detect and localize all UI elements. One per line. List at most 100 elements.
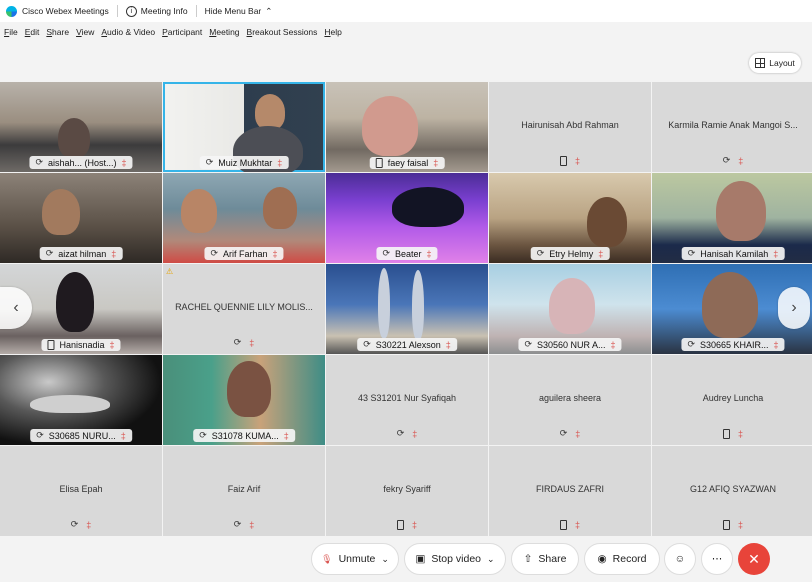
more-options-button[interactable]: ⋯ bbox=[701, 543, 733, 575]
participant-tile[interactable]: 43 S31201 Nur Syafiqah ⟳ ‡ bbox=[326, 355, 488, 445]
participant-tile[interactable]: ⟳ aizat hilman ‡ bbox=[0, 173, 162, 263]
phone-icon bbox=[375, 158, 383, 168]
hide-menu-bar-button[interactable]: Hide Menu Bar ⌃ bbox=[205, 6, 273, 17]
muted-mic-icon: ‡ bbox=[773, 248, 779, 259]
muted-mic-icon: ‡ bbox=[283, 430, 289, 441]
menu-edit[interactable]: Edit bbox=[25, 27, 40, 37]
participant-tile[interactable]: Hairunisah Abd Rahman ‡ bbox=[489, 82, 651, 172]
menu-breakout-sessions[interactable]: Breakout Sessions bbox=[247, 27, 318, 37]
participant-video-image bbox=[412, 270, 424, 340]
unmute-button[interactable]: 🎙 Unmute ⌄ bbox=[311, 543, 399, 575]
video-camera-icon: ▣ bbox=[415, 553, 426, 565]
participant-label: ⟳ S30221 Alexson ‡ bbox=[357, 338, 457, 351]
chevron-down-icon[interactable]: ⌄ bbox=[487, 554, 495, 565]
participant-status: ⟳ ‡ bbox=[489, 428, 651, 439]
phone-icon bbox=[396, 520, 404, 530]
participant-name: aguilera sheera bbox=[538, 393, 602, 403]
participant-name: S31078 KUMA... bbox=[211, 430, 279, 441]
participant-tile[interactable]: ⟳ Etry Helmy ‡ bbox=[489, 173, 651, 263]
participant-tile[interactable]: FIRDAUS ZAFRI ‡ bbox=[489, 446, 651, 536]
participant-tile[interactable]: fekry Syariff ‡ bbox=[326, 446, 488, 536]
participant-video-image bbox=[392, 187, 464, 227]
participant-tile[interactable]: ⟳ aishah... (Host...) ‡ bbox=[0, 82, 162, 172]
participant-tile[interactable]: Elisa Epah ⟳ ‡ bbox=[0, 446, 162, 536]
meeting-info-button[interactable]: i Meeting Info bbox=[125, 5, 188, 17]
participant-status: ⟳ ‡ bbox=[163, 337, 325, 348]
participant-tile[interactable]: ⟳ Arif Farhan ‡ bbox=[163, 173, 325, 263]
participant-tile[interactable]: ⟳ Hanisah Kamilah ‡ bbox=[652, 173, 812, 263]
connection-icon: ⟳ bbox=[35, 157, 43, 167]
muted-mic-icon: ‡ bbox=[86, 519, 92, 530]
scroll-right-arrow[interactable]: › bbox=[778, 287, 810, 329]
participant-tile[interactable]: faey faisal ‡ bbox=[326, 82, 488, 172]
participant-name: Hanisah Kamilah bbox=[700, 248, 769, 259]
participant-tile[interactable]: Faiz Arif ⟳ ‡ bbox=[163, 446, 325, 536]
menu-share[interactable]: Share bbox=[46, 27, 69, 37]
muted-mic-icon: ‡ bbox=[598, 248, 604, 259]
layout-button[interactable]: Layout bbox=[749, 53, 801, 73]
muted-mic-icon: ‡ bbox=[737, 429, 743, 439]
muted-mic-icon: 🎙 bbox=[321, 553, 333, 564]
participant-video-image bbox=[30, 395, 110, 413]
share-label: Share bbox=[538, 553, 567, 565]
video-grid: ⟳ aishah... (Host...) ‡ ⟳ Muiz Mukhtar ‡ faey … bbox=[0, 82, 812, 537]
participant-tile[interactable]: G12 AFIQ SYAZWAN ‡ bbox=[652, 446, 812, 536]
participant-label: ⟳ Muiz Mukhtar ‡ bbox=[199, 156, 289, 169]
menu-help[interactable]: Help bbox=[324, 27, 341, 37]
participant-status: ‡ bbox=[489, 156, 651, 166]
app-name: Cisco Webex Meetings bbox=[22, 6, 109, 16]
participant-tile[interactable]: ⟳ Beater ‡ bbox=[326, 173, 488, 263]
participant-status: ⟳ ‡ bbox=[163, 519, 325, 530]
participant-status: ⟳ ‡ bbox=[0, 519, 162, 530]
participant-label: ⟳ S31078 KUMA... ‡ bbox=[193, 429, 295, 442]
participant-video-image bbox=[58, 118, 90, 158]
participant-label: ⟳ Hanisah Kamilah ‡ bbox=[681, 247, 785, 260]
participant-video-image bbox=[378, 268, 390, 338]
leave-meeting-button[interactable]: ✕ bbox=[738, 543, 770, 575]
unmute-label: Unmute bbox=[338, 553, 376, 565]
menu-file[interactable]: File bbox=[4, 27, 18, 37]
reactions-button[interactable]: ☺ bbox=[664, 543, 696, 575]
participant-tile[interactable]: Karmila Ramie Anak Mangoi S... ⟳ ‡ bbox=[652, 82, 812, 172]
muted-mic-icon: ‡ bbox=[426, 248, 432, 259]
participant-status: ⟳ ‡ bbox=[326, 428, 488, 439]
menu-audio-video[interactable]: Audio & Video bbox=[101, 27, 155, 37]
phone-icon bbox=[47, 340, 55, 350]
participant-tile[interactable]: RACHEL QUENNIE LILY MOLIS... ⟳ ‡ ⚠ bbox=[163, 264, 325, 354]
participant-tile[interactable]: ⟳ S30560 NUR A... ‡ bbox=[489, 264, 651, 354]
participant-label: ⟳ S30665 KHAIR... ‡ bbox=[681, 338, 785, 351]
participant-tile[interactable]: ⟳ S30685 NURU... ‡ bbox=[0, 355, 162, 445]
participant-name: FIRDAUS ZAFRI bbox=[535, 484, 604, 494]
chevron-left-icon: ‹ bbox=[13, 299, 19, 316]
menu-participant[interactable]: Participant bbox=[162, 27, 202, 37]
muted-mic-icon: ‡ bbox=[574, 520, 580, 530]
muted-mic-icon: ‡ bbox=[610, 339, 616, 350]
participant-tile[interactable]: ⟳ S30221 Alexson ‡ bbox=[326, 264, 488, 354]
connection-icon: ⟳ bbox=[36, 430, 44, 440]
participant-name: Audrey Luncha bbox=[702, 393, 764, 403]
phone-icon bbox=[722, 520, 730, 530]
muted-mic-icon: ‡ bbox=[433, 158, 439, 168]
participant-tile[interactable]: aguilera sheera ⟳ ‡ bbox=[489, 355, 651, 445]
participant-video-image bbox=[702, 272, 758, 338]
participant-label: ⟳ aizat hilman ‡ bbox=[39, 247, 123, 260]
muted-mic-icon: ‡ bbox=[445, 339, 451, 350]
participant-tile[interactable]: ⟳ Muiz Mukhtar ‡ bbox=[163, 82, 325, 172]
participant-tile[interactable]: Audrey Luncha ‡ bbox=[652, 355, 812, 445]
connection-icon: ⟳ bbox=[536, 248, 545, 258]
phone-icon bbox=[559, 156, 567, 166]
menu-view[interactable]: View bbox=[76, 27, 94, 37]
share-button[interactable]: ⇧ Share bbox=[511, 543, 579, 575]
stop-video-button[interactable]: ▣ Stop video ⌄ bbox=[404, 543, 506, 575]
grid-layout-icon bbox=[755, 58, 766, 68]
connection-icon: ⟳ bbox=[687, 339, 695, 349]
menu-meeting[interactable]: Meeting bbox=[209, 27, 239, 37]
participant-status: ‡ bbox=[652, 520, 812, 530]
muted-mic-icon: ‡ bbox=[249, 337, 255, 348]
chevron-down-icon[interactable]: ⌄ bbox=[381, 554, 389, 565]
participant-tile[interactable]: ⟳ S31078 KUMA... ‡ bbox=[163, 355, 325, 445]
record-button[interactable]: ◉ Record bbox=[584, 543, 660, 575]
participant-name: Beater bbox=[395, 248, 422, 259]
more-icon: ⋯ bbox=[711, 553, 723, 565]
participant-name: Faiz Arif bbox=[227, 484, 261, 494]
